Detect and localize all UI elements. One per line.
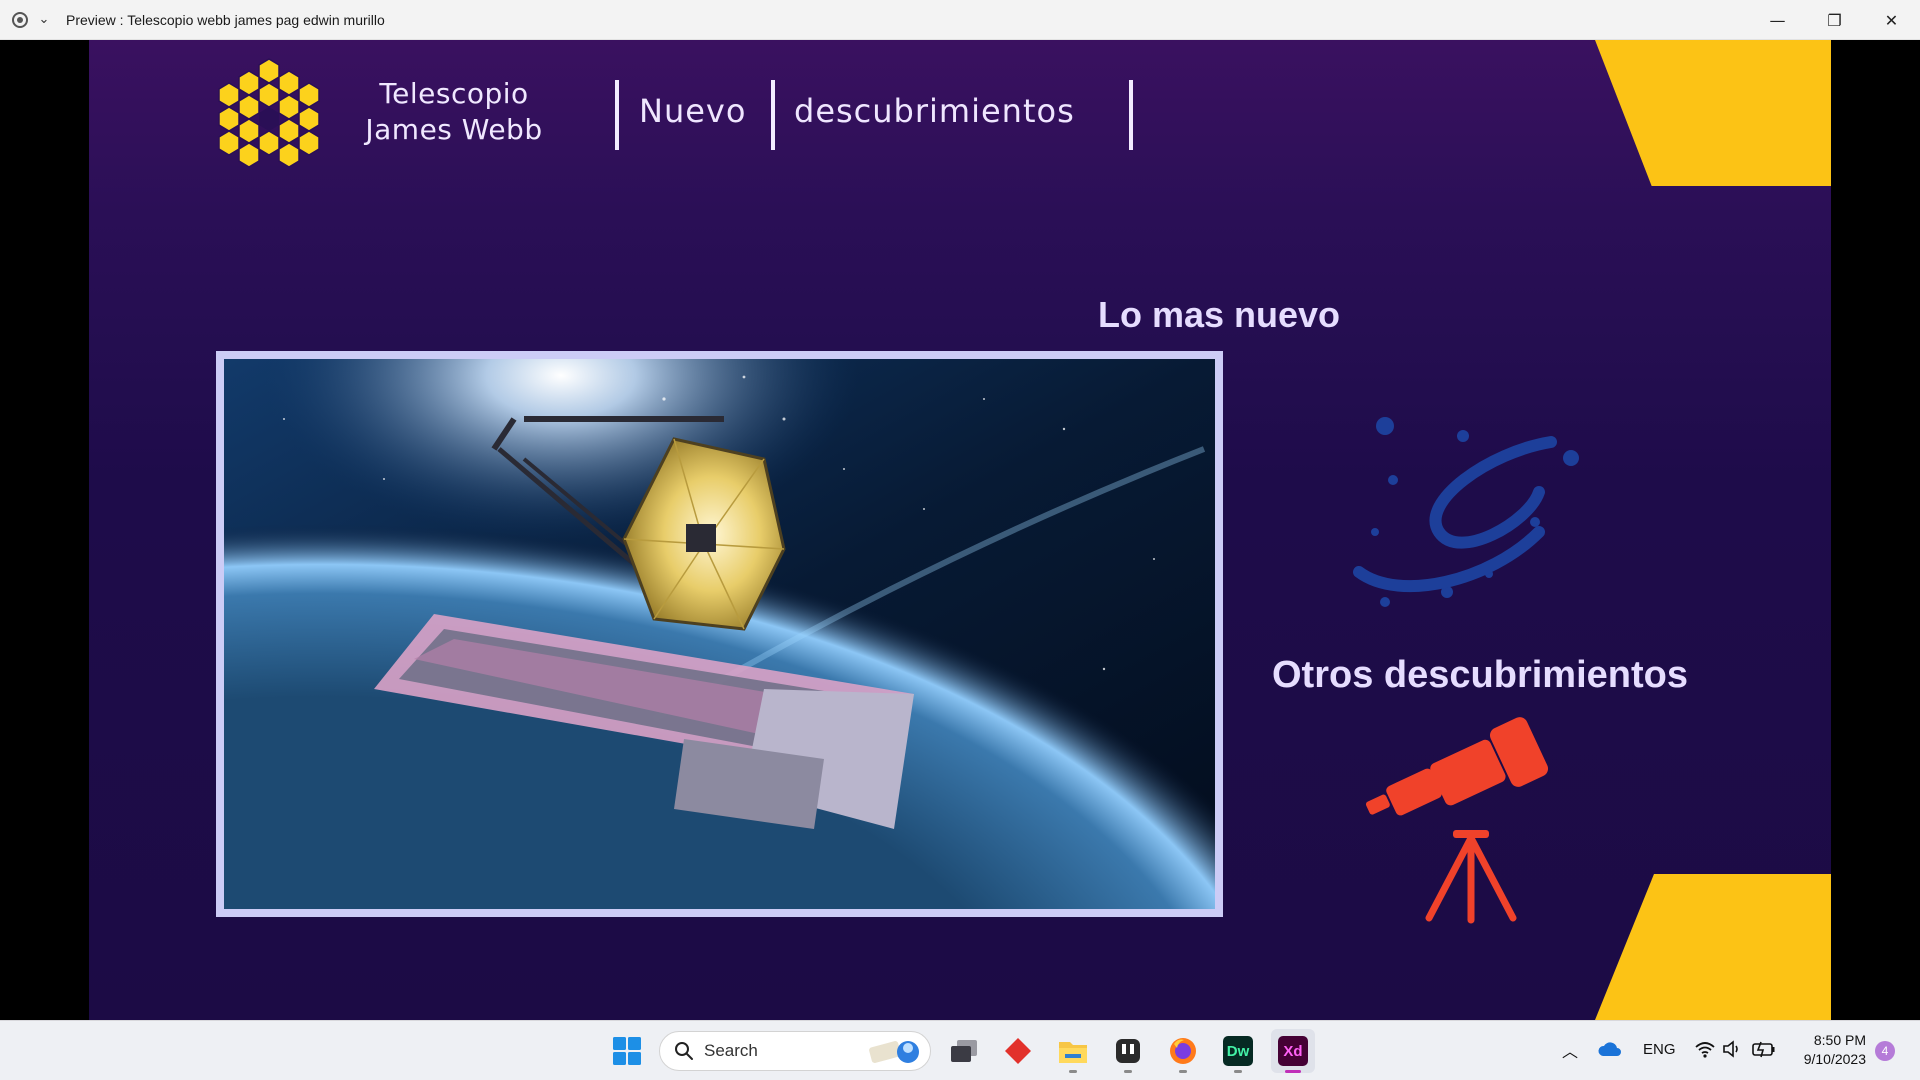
yellow-corner-top: [1595, 40, 1831, 186]
battery-icon[interactable]: [1752, 1040, 1776, 1058]
taskbar: Search Dw Xd ︿ ENG 8:50 PM 9/10/2023 4: [0, 1020, 1920, 1080]
telescope-icon[interactable]: [1359, 710, 1559, 930]
notification-badge[interactable]: 4: [1875, 1041, 1895, 1061]
clock[interactable]: 8:50 PM 9/10/2023: [1786, 1031, 1866, 1069]
search-highlight-icon: [869, 1041, 919, 1063]
todoist-icon[interactable]: [996, 1029, 1040, 1073]
chevron-down-icon[interactable]: ⌄: [36, 12, 52, 27]
nav-link-nuevo[interactable]: Nuevo: [639, 92, 746, 130]
file-explorer-icon[interactable]: [1051, 1029, 1095, 1073]
volume-icon[interactable]: [1722, 1040, 1742, 1058]
search-icon: [675, 1042, 693, 1060]
nav-divider: [1129, 80, 1133, 150]
galaxy-icon[interactable]: [1339, 412, 1579, 612]
chevron-up-icon[interactable]: ︿: [1562, 1038, 1578, 1062]
wifi-icon[interactable]: [1694, 1039, 1716, 1059]
window-title: Preview : Telescopio webb james pag edwi…: [66, 11, 385, 28]
nav-divider: [615, 80, 619, 150]
xd-label: Xd: [1278, 1036, 1308, 1066]
app-icon[interactable]: [1106, 1029, 1150, 1073]
heading-otros-descubrimientos: Otros descubrimientos: [1272, 654, 1688, 696]
artboard: Telescopio James Webb Nuevo descubrimien…: [89, 40, 1831, 1020]
minimize-button[interactable]: —: [1749, 0, 1806, 40]
dreamweaver-label: Dw: [1223, 1036, 1253, 1066]
brand-line1: Telescopio: [379, 77, 529, 110]
start-icon[interactable]: [605, 1029, 649, 1073]
search-box[interactable]: Search: [659, 1031, 931, 1071]
brand-title: Telescopio James Webb: [329, 76, 579, 148]
clock-time: 8:50 PM: [1813, 1032, 1866, 1048]
restore-button[interactable]: ❐: [1806, 0, 1863, 40]
webb-telescope-image: [224, 359, 1215, 909]
search-label: Search: [704, 1041, 758, 1060]
clock-date: 9/10/2023: [1803, 1051, 1866, 1067]
preview-stage: Telescopio James Webb Nuevo descubrimien…: [0, 40, 1920, 1020]
task-view-icon[interactable]: [942, 1029, 986, 1073]
brand-line2: James Webb: [365, 113, 543, 146]
onedrive-icon[interactable]: [1598, 1041, 1622, 1057]
record-icon[interactable]: [12, 11, 28, 28]
yellow-corner-bottom: [1595, 874, 1831, 1020]
close-button[interactable]: ✕: [1863, 0, 1920, 40]
heading-lo-mas-nuevo: Lo mas nuevo: [1098, 294, 1341, 335]
dreamweaver-icon[interactable]: Dw: [1216, 1029, 1260, 1073]
xd-icon[interactable]: Xd: [1271, 1029, 1315, 1073]
hero-image-frame: [216, 351, 1223, 917]
window-titlebar: ⌄ Preview : Telescopio webb james pag ed…: [0, 0, 1920, 40]
language-indicator[interactable]: ENG: [1643, 1041, 1676, 1058]
nav-divider: [771, 80, 775, 150]
hexagon-logo-icon: [218, 58, 320, 168]
nav-link-descubrimientos[interactable]: descubrimientos: [794, 92, 1075, 130]
firefox-icon[interactable]: [1161, 1029, 1205, 1073]
